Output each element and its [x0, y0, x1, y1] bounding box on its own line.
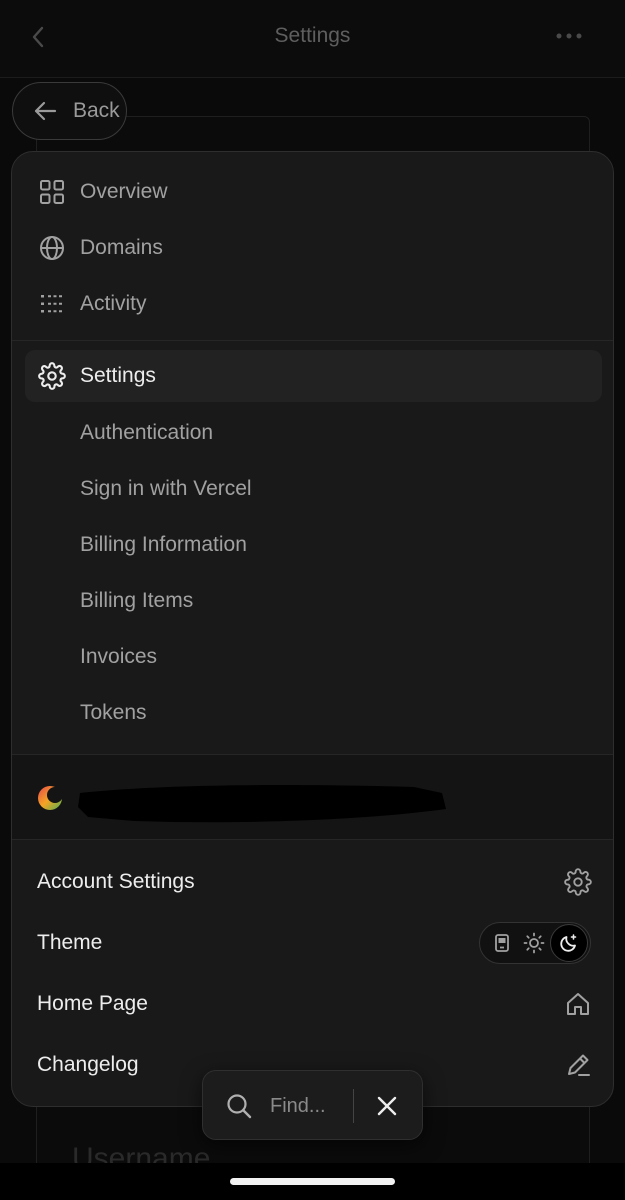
menu-item-label: Activity	[80, 292, 147, 315]
monitor-icon	[495, 934, 509, 952]
sun-icon	[523, 932, 545, 954]
gear-icon	[564, 868, 592, 896]
avatar	[38, 786, 63, 810]
search-icon	[227, 1094, 252, 1119]
house-icon	[567, 993, 589, 1015]
home-page-label: Home Page	[37, 992, 148, 1015]
theme-dark-option[interactable]	[550, 924, 588, 962]
theme-switcher	[479, 922, 591, 964]
menu-item-label: Domains	[80, 236, 163, 259]
top-bar: Settings	[0, 0, 625, 78]
find-input[interactable]: Find...	[270, 1095, 326, 1118]
redacted-account-name	[78, 785, 446, 823]
gear-icon	[38, 362, 66, 390]
submenu-item-sign-in-with-vercel[interactable]: Sign in with Vercel	[80, 477, 252, 501]
navigation-menu: Overview Domains Activity Settings Authe…	[11, 151, 614, 1107]
account-settings-label: Account Settings	[37, 870, 195, 893]
submenu-item-authentication[interactable]: Authentication	[80, 421, 213, 445]
page-title: Settings	[274, 24, 351, 47]
account-settings-row[interactable]: Account Settings	[37, 862, 592, 902]
submenu-item-billing-items[interactable]: Billing Items	[80, 589, 193, 613]
home-indicator[interactable]	[230, 1178, 395, 1185]
back-label: Back	[73, 99, 120, 122]
close-icon[interactable]	[373, 1092, 401, 1120]
find-bar: Find...	[202, 1070, 423, 1140]
changelog-label: Changelog	[37, 1053, 139, 1076]
theme-label: Theme	[37, 931, 103, 954]
submenu-item-tokens[interactable]: Tokens	[80, 701, 147, 725]
submenu-item-billing-information[interactable]: Billing Information	[80, 533, 247, 557]
menu-item-activity[interactable]: Activity	[12, 278, 613, 330]
pencil-icon	[568, 1054, 590, 1076]
menu-divider	[12, 340, 613, 341]
theme-light-option[interactable]	[518, 927, 550, 959]
globe-icon	[38, 234, 66, 262]
back-button[interactable]: Back	[12, 82, 127, 140]
home-page-row[interactable]: Home Page	[37, 984, 592, 1024]
grid-icon	[38, 178, 66, 206]
more-icon[interactable]	[555, 26, 583, 46]
menu-item-overview[interactable]: Overview	[12, 166, 613, 218]
submenu-item-invoices[interactable]: Invoices	[80, 645, 157, 669]
menu-item-label: Settings	[80, 364, 156, 387]
list-icon	[38, 290, 66, 318]
arrow-left-icon	[34, 101, 57, 121]
menu-item-settings[interactable]: Settings	[25, 350, 602, 402]
account-switcher[interactable]	[12, 754, 613, 840]
menu-item-domains[interactable]: Domains	[12, 222, 613, 274]
find-bar-separator	[353, 1089, 354, 1123]
menu-item-label: Overview	[80, 180, 168, 203]
theme-system-option[interactable]	[486, 927, 518, 959]
moon-icon	[560, 934, 577, 952]
